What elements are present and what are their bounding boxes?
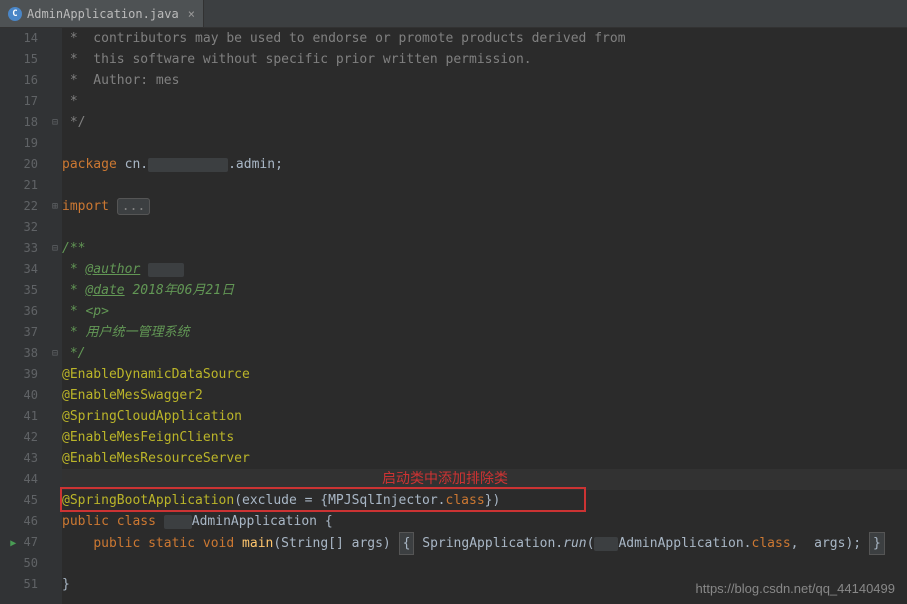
- code-line: import ...: [62, 196, 907, 217]
- code-line: [62, 553, 907, 574]
- code-line: @EnableMesResourceServer: [62, 448, 907, 469]
- close-icon[interactable]: ×: [188, 7, 195, 21]
- code-line: @EnableMesSwagger2: [62, 385, 907, 406]
- line-number-gutter: 14 15 16 17 18 19 20 21 22 32 33 34 35 3…: [0, 28, 48, 604]
- code-line: * 用户统一管理系统: [62, 322, 907, 343]
- fold-column: ⊟ ⊞ ⊟ ⊟: [48, 28, 62, 604]
- code-line: * this software without specific prior w…: [62, 49, 907, 70]
- fold-end-icon[interactable]: ⊟: [48, 112, 62, 133]
- code-line: @EnableMesFeignClients: [62, 427, 907, 448]
- code-line: @EnableDynamicDataSource: [62, 364, 907, 385]
- code-line: * @author: [62, 259, 907, 280]
- code-line: /**: [62, 238, 907, 259]
- annotation-label: 启动类中添加排除类: [382, 468, 508, 488]
- code-content-area[interactable]: 启动类中添加排除类 * contributors may be used to …: [62, 28, 907, 604]
- code-line: [62, 217, 907, 238]
- code-line: @SpringBootApplication(exclude = {MPJSql…: [62, 490, 907, 511]
- java-class-icon: C: [8, 7, 22, 21]
- code-editor[interactable]: 14 15 16 17 18 19 20 21 22 32 33 34 35 3…: [0, 28, 907, 604]
- code-line: public class AdminApplication {: [62, 511, 907, 532]
- code-line: *: [62, 91, 907, 112]
- tab-filename: AdminApplication.java: [27, 7, 179, 21]
- run-icon[interactable]: ▶: [10, 538, 16, 549]
- fold-start-icon[interactable]: ⊟: [48, 238, 62, 259]
- code-line: * contributors may be used to endorse or…: [62, 28, 907, 49]
- fold-expand-icon[interactable]: ⊞: [48, 196, 62, 217]
- code-line: public static void main(String[] args) {…: [62, 532, 907, 553]
- fold-end-icon[interactable]: ⊟: [48, 343, 62, 364]
- file-tab[interactable]: C AdminApplication.java ×: [0, 0, 204, 27]
- tab-bar: C AdminApplication.java ×: [0, 0, 907, 28]
- watermark: https://blog.csdn.net/qq_44140499: [696, 581, 896, 596]
- code-line: * <p>: [62, 301, 907, 322]
- code-line: * Author: mes: [62, 70, 907, 91]
- code-line: */: [62, 112, 907, 133]
- code-line: */: [62, 343, 907, 364]
- code-line: [62, 175, 907, 196]
- code-line: * @date 2018年06月21日: [62, 280, 907, 301]
- code-line: [62, 133, 907, 154]
- code-line: package cn..admin;: [62, 154, 907, 175]
- code-line: @SpringCloudApplication: [62, 406, 907, 427]
